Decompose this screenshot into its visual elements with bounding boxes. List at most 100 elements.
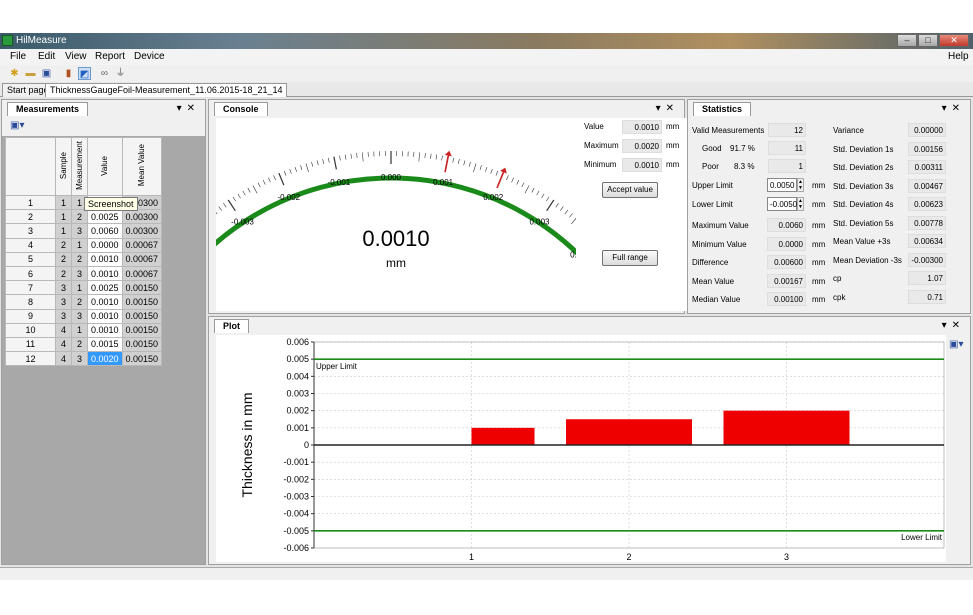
table-row[interactable]: 7 3 1 0.0025 0.00150 (5, 280, 163, 296)
menu-edit[interactable]: Edit (38, 51, 55, 62)
binoculars-icon[interactable]: ∞ (98, 67, 111, 80)
sample-cell[interactable]: 1 (55, 209, 72, 225)
lower-limit-spinner[interactable]: ▲ ▼ (797, 197, 804, 211)
mean-value-cell[interactable]: 0.00150 (121, 351, 163, 367)
measurement-cell[interactable]: 3 (71, 351, 88, 367)
column-header-value[interactable]: Value (87, 137, 123, 196)
value-cell[interactable]: 0.0010 (87, 265, 123, 282)
value-cell[interactable]: 0.0025 (87, 209, 123, 225)
chart-view-icon[interactable]: ◩ (78, 67, 91, 80)
mean-value-cell[interactable]: 0.00150 (121, 294, 163, 310)
accept-value-button[interactable]: Accept value (602, 182, 658, 198)
row-number[interactable]: 12 (5, 351, 56, 367)
panel-controls[interactable]: ▾✕ (942, 320, 965, 331)
new-file-icon[interactable]: ✱ (8, 67, 21, 80)
mean-value-cell[interactable]: 0.00067 (121, 251, 163, 267)
value-cell[interactable]: 0.0020 (87, 351, 123, 367)
maximize-button[interactable]: □ (918, 34, 938, 47)
row-number[interactable]: 11 (5, 336, 56, 353)
table-row[interactable]: 2 1 2 0.0025 0.00300 (5, 209, 163, 225)
close-button[interactable]: ✕ (939, 34, 969, 47)
save-icon[interactable]: ▣▾ (949, 339, 963, 350)
menu-device[interactable]: Device (134, 51, 165, 62)
row-number[interactable]: 4 (5, 237, 56, 253)
mean-value-cell[interactable]: 0.00150 (121, 308, 163, 324)
mean-value-cell[interactable]: 0.00150 (121, 280, 163, 296)
lower-limit-input[interactable]: -0.0050 (767, 197, 797, 211)
table-row[interactable]: 5 2 2 0.0010 0.00067 (5, 251, 163, 267)
sample-cell[interactable]: 4 (55, 336, 72, 353)
value-cell[interactable]: 0.0010 (87, 251, 123, 267)
value-cell[interactable]: 0.0015 (87, 336, 123, 353)
sample-cell[interactable]: 3 (55, 294, 72, 310)
row-number[interactable]: 9 (5, 308, 56, 324)
row-number[interactable]: 5 (5, 251, 56, 267)
table-row[interactable]: 11 4 2 0.0015 0.00150 (5, 336, 163, 353)
column-header-mean-value[interactable]: Mean Value (121, 137, 163, 196)
table-row[interactable]: 4 2 1 0.0000 0.00067 (5, 237, 163, 253)
row-number[interactable]: 8 (5, 294, 56, 310)
measurement-cell[interactable]: 2 (71, 294, 88, 310)
table-row[interactable]: 3 1 3 0.0060 0.00300 (5, 223, 163, 239)
mean-value-cell[interactable]: 0.00067 (121, 237, 163, 253)
value-cell[interactable]: 0.0025 (87, 280, 123, 296)
save-icon[interactable]: ▣ (40, 67, 53, 80)
value-cell[interactable]: 0.0010 (87, 294, 123, 310)
sample-cell[interactable]: 3 (55, 308, 72, 324)
menu-file[interactable]: File (10, 51, 26, 62)
value-cell[interactable]: 0.0010 (87, 308, 123, 324)
mean-value-cell[interactable]: 0.00150 (121, 336, 163, 353)
column-header-measurement[interactable]: Measurement (71, 137, 88, 196)
row-number[interactable]: 10 (5, 322, 56, 338)
column-header-sample[interactable]: Sample (55, 137, 72, 196)
mean-value-cell[interactable]: 0.00300 (121, 209, 163, 225)
row-number[interactable]: 6 (5, 265, 56, 282)
measurement-cell[interactable]: 3 (71, 223, 88, 239)
measurement-cell[interactable]: 1 (71, 280, 88, 296)
mean-value-cell[interactable]: 0.00067 (121, 265, 163, 282)
measurement-cell[interactable]: 2 (71, 336, 88, 353)
bar-chart-icon[interactable]: ▮ (62, 67, 75, 80)
table-row[interactable]: 8 3 2 0.0010 0.00150 (5, 294, 163, 310)
value-cell[interactable]: 0.0000 (87, 237, 123, 253)
measurement-cell[interactable]: 1 (71, 322, 88, 338)
sample-cell[interactable]: 2 (55, 265, 72, 282)
upper-limit-input[interactable]: 0.0050 (767, 178, 797, 192)
row-number[interactable]: 3 (5, 223, 56, 239)
mean-value-cell[interactable]: 0.00150 (121, 322, 163, 338)
panel-controls[interactable]: ▾✕ (177, 103, 200, 114)
sample-cell[interactable]: 4 (55, 322, 72, 338)
table-row[interactable]: 12 4 3 0.0020 0.00150 (5, 351, 163, 367)
tab-statistics[interactable]: Statistics (693, 102, 752, 116)
menu-help[interactable]: Help (948, 51, 969, 62)
sample-cell[interactable]: 1 (55, 194, 72, 211)
value-cell[interactable]: 0.0060 (87, 223, 123, 239)
sample-cell[interactable]: 2 (55, 251, 72, 267)
sample-cell[interactable]: 2 (55, 237, 72, 253)
table-row[interactable]: 9 3 3 0.0010 0.00150 (5, 308, 163, 324)
row-number[interactable]: 1 (5, 194, 56, 211)
table-row[interactable]: 6 2 3 0.0010 0.00067 (5, 265, 163, 282)
panel-controls[interactable]: ▾✕ (942, 103, 965, 114)
value-cell[interactable]: 0.0010 (87, 322, 123, 338)
tab-measurement-document[interactable]: ThicknessGaugeFoil-Measurement_11.06.201… (45, 83, 288, 97)
measurement-cell[interactable]: 2 (71, 251, 88, 267)
table-row[interactable]: 10 4 1 0.0010 0.00150 (5, 322, 163, 338)
measurement-cell[interactable]: 1 (71, 237, 88, 253)
tab-measurements[interactable]: Measurements (7, 102, 89, 116)
tab-plot[interactable]: Plot (214, 319, 249, 333)
menu-report[interactable]: Report (95, 51, 125, 62)
menu-view[interactable]: View (65, 51, 87, 62)
upper-limit-spinner[interactable]: ▲ ▼ (797, 178, 804, 192)
row-number[interactable]: 7 (5, 280, 56, 296)
sample-cell[interactable]: 4 (55, 351, 72, 367)
save-icon[interactable]: ▣▾ (10, 120, 24, 131)
measurement-cell[interactable]: 3 (71, 265, 88, 282)
panel-controls[interactable]: ▾✕ (656, 103, 679, 114)
plug-icon[interactable]: ⏚ (114, 67, 127, 80)
tab-console[interactable]: Console (214, 102, 268, 116)
full-range-button[interactable]: Full range (602, 250, 658, 266)
mean-value-cell[interactable]: 0.00300 (121, 223, 163, 239)
sample-cell[interactable]: 1 (55, 223, 72, 239)
measurement-cell[interactable]: 3 (71, 308, 88, 324)
